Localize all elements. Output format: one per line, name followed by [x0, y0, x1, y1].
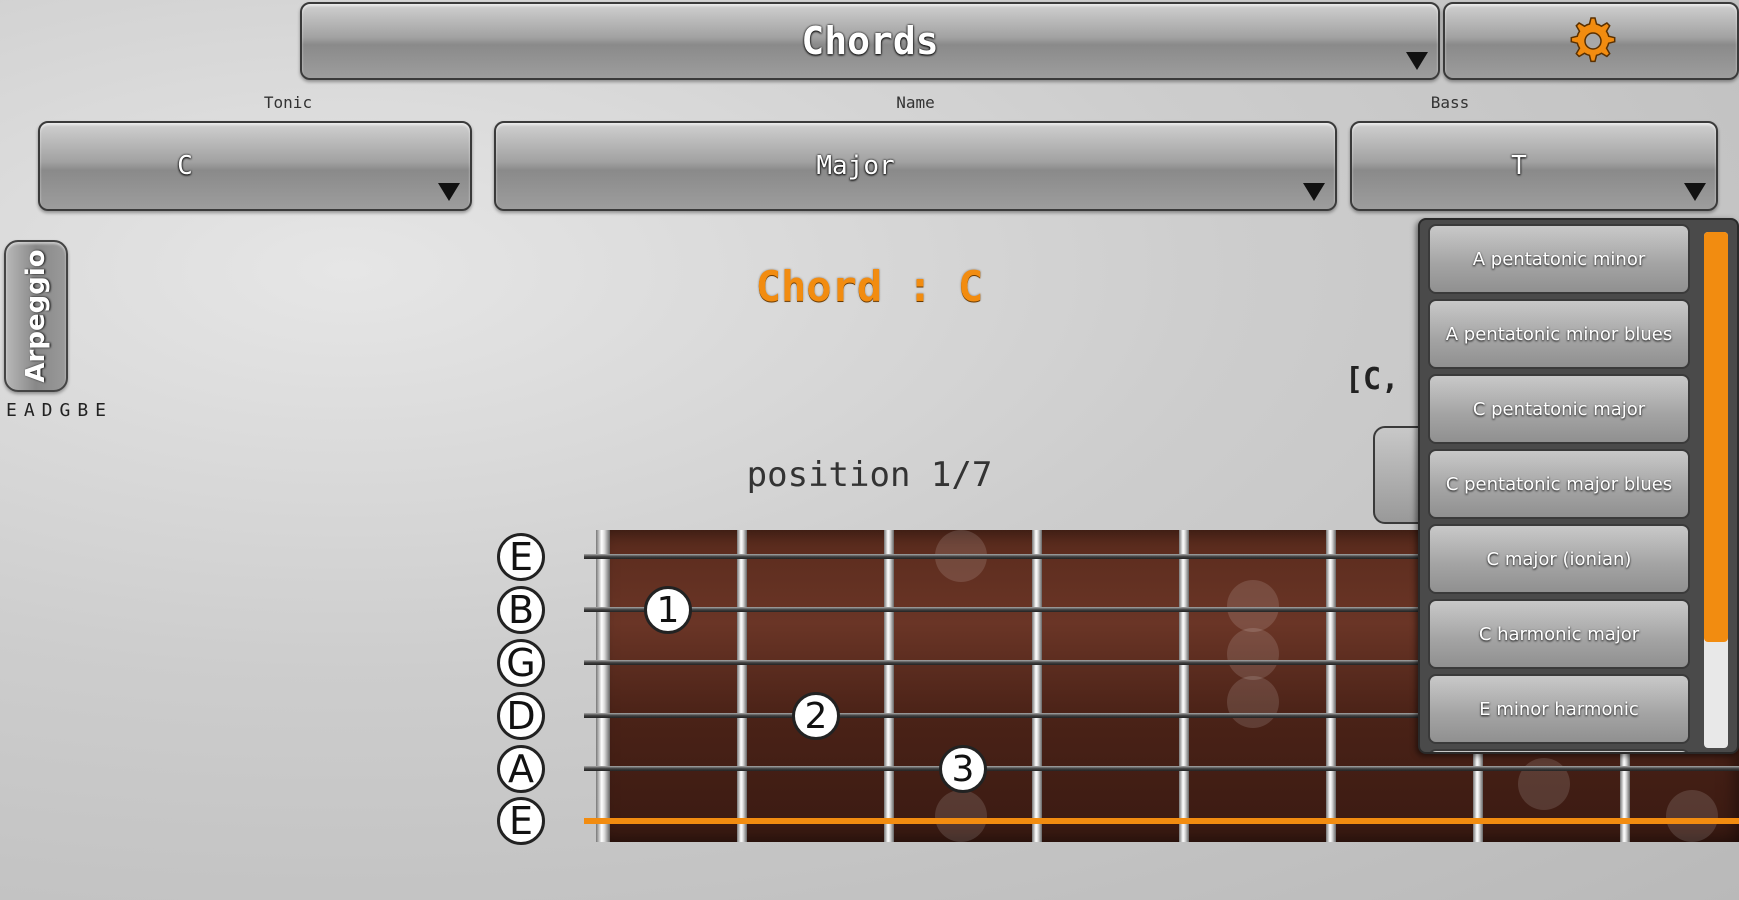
tonic-value: C — [177, 151, 193, 181]
scrollbar-thumb[interactable] — [1704, 232, 1728, 642]
name-dropdown[interactable]: Major — [494, 121, 1337, 211]
string-label-g[interactable]: G — [497, 639, 545, 687]
chevron-down-icon — [1303, 183, 1325, 201]
scale-list-item[interactable]: A pentatonic minor — [1428, 224, 1690, 294]
scale-list-item[interactable]: C pentatonic major — [1428, 374, 1690, 444]
fret-marker — [1666, 790, 1718, 842]
bass-label: Bass — [1430, 93, 1470, 112]
string-low-e — [584, 818, 1739, 824]
string-label-b[interactable]: B — [497, 586, 545, 634]
fret-marker — [1227, 676, 1279, 728]
chevron-down-icon — [1406, 52, 1428, 70]
fret-4 — [1179, 530, 1189, 842]
fret-1 — [737, 530, 747, 842]
mode-label: Chords — [801, 19, 939, 63]
scale-list-item[interactable]: E minor harmonic — [1428, 674, 1690, 744]
scale-list-item[interactable] — [1428, 749, 1690, 752]
bass-dropdown[interactable]: T — [1350, 121, 1718, 211]
chevron-down-icon — [1684, 183, 1706, 201]
scale-dropdown-list[interactable]: A pentatonic minor A pentatonic minor bl… — [1418, 218, 1739, 754]
tonic-label: Tonic — [263, 93, 313, 112]
bass-value: T — [1511, 151, 1527, 181]
scale-list-item[interactable]: C harmonic major — [1428, 599, 1690, 669]
finger-marker[interactable]: 3 — [939, 745, 987, 793]
fret-5 — [1326, 530, 1336, 842]
mode-dropdown[interactable]: Chords — [300, 2, 1440, 80]
scale-list-item[interactable]: C pentatonic major blues — [1428, 449, 1690, 519]
string-a — [584, 766, 1739, 771]
fret-marker — [1227, 580, 1279, 632]
chevron-down-icon — [438, 183, 460, 201]
scrollbar[interactable] — [1704, 232, 1728, 748]
string-label-low-e[interactable]: E — [497, 797, 545, 845]
settings-button[interactable] — [1443, 2, 1739, 80]
string-label-d[interactable]: D — [497, 692, 545, 740]
scale-list-item[interactable]: A pentatonic minor blues — [1428, 299, 1690, 369]
name-label: Name — [896, 93, 935, 112]
tonic-dropdown[interactable]: C — [38, 121, 472, 211]
finger-marker[interactable]: 1 — [644, 586, 692, 634]
name-value: Major — [816, 151, 895, 181]
fret-marker — [935, 790, 987, 842]
scale-list-item[interactable]: C major (ionian) — [1428, 524, 1690, 594]
finger-marker[interactable]: 2 — [792, 692, 840, 740]
string-label-a[interactable]: A — [497, 745, 545, 793]
fret-3 — [1032, 530, 1042, 842]
fret-2 — [884, 530, 894, 842]
fret-marker — [1227, 628, 1279, 680]
tuning-label: EADGBE — [6, 400, 114, 421]
nut — [596, 530, 610, 842]
string-label-high-e[interactable]: E — [497, 533, 545, 581]
gear-icon — [1570, 17, 1616, 63]
